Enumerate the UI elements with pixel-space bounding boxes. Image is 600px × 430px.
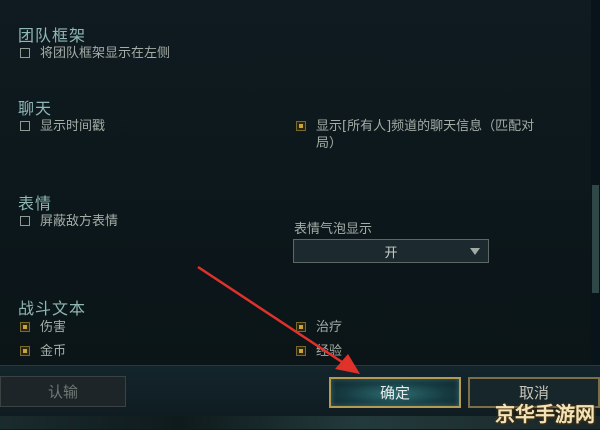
option-gold[interactable]: 金币 — [20, 343, 66, 360]
checkbox[interactable] — [20, 121, 30, 131]
option-show-all-chat[interactable]: 显示[所有人]频道的聊天信息（匹配对 局） — [296, 118, 546, 152]
dropdown-value: 开 — [384, 245, 398, 261]
section-title-combat-text: 战斗文本 — [18, 299, 87, 318]
option-label: 将团队框架显示在左侧 — [40, 46, 171, 61]
section-title-team-frame: 团队框架 — [18, 26, 87, 45]
section-title-emote: 表情 — [18, 194, 53, 213]
ok-button[interactable]: 确定 — [329, 377, 461, 408]
option-block-enemy-emotes[interactable]: 屏蔽敌方表情 — [20, 213, 118, 230]
option-damage[interactable]: 伤害 — [20, 319, 66, 336]
surrender-button[interactable]: 认输 — [0, 376, 126, 407]
watermark-logo: 京华手游网 — [495, 402, 595, 426]
option-label: 显示[所有人]频道的聊天信息（匹配对 局） — [316, 119, 535, 151]
option-label: 伤害 — [40, 320, 67, 335]
option-team-frame-left[interactable]: 将团队框架显示在左侧 — [20, 45, 170, 62]
option-experience[interactable]: 经验 — [296, 343, 342, 360]
chevron-down-icon — [470, 248, 480, 255]
scrollbar-track[interactable] — [591, 0, 600, 365]
emote-bubble-label: 表情气泡显示 — [294, 222, 373, 237]
option-label: 经验 — [316, 344, 343, 359]
section-title-chat: 聊天 — [18, 99, 53, 118]
option-label: 屏蔽敌方表情 — [40, 214, 119, 229]
option-label: 治疗 — [316, 320, 343, 335]
option-label: 金币 — [40, 344, 67, 359]
checkbox-checked[interactable] — [296, 121, 306, 131]
option-label: 显示时间戳 — [40, 119, 106, 134]
option-show-timestamp[interactable]: 显示时间戳 — [20, 118, 105, 135]
checkbox[interactable] — [20, 48, 30, 58]
checkbox[interactable] — [20, 216, 30, 226]
checkbox-checked[interactable] — [20, 346, 30, 356]
checkbox-checked[interactable] — [296, 346, 306, 356]
checkbox-checked[interactable] — [296, 322, 306, 332]
emote-bubble-dropdown[interactable]: 开 — [293, 239, 489, 263]
checkbox-checked[interactable] — [20, 322, 30, 332]
scrollbar-thumb[interactable] — [592, 185, 599, 293]
settings-panel: 团队框架 将团队框架显示在左侧 聊天 显示时间戳 显示[所有人]频道的聊天信息（… — [0, 0, 600, 365]
option-healing[interactable]: 治疗 — [296, 319, 342, 336]
